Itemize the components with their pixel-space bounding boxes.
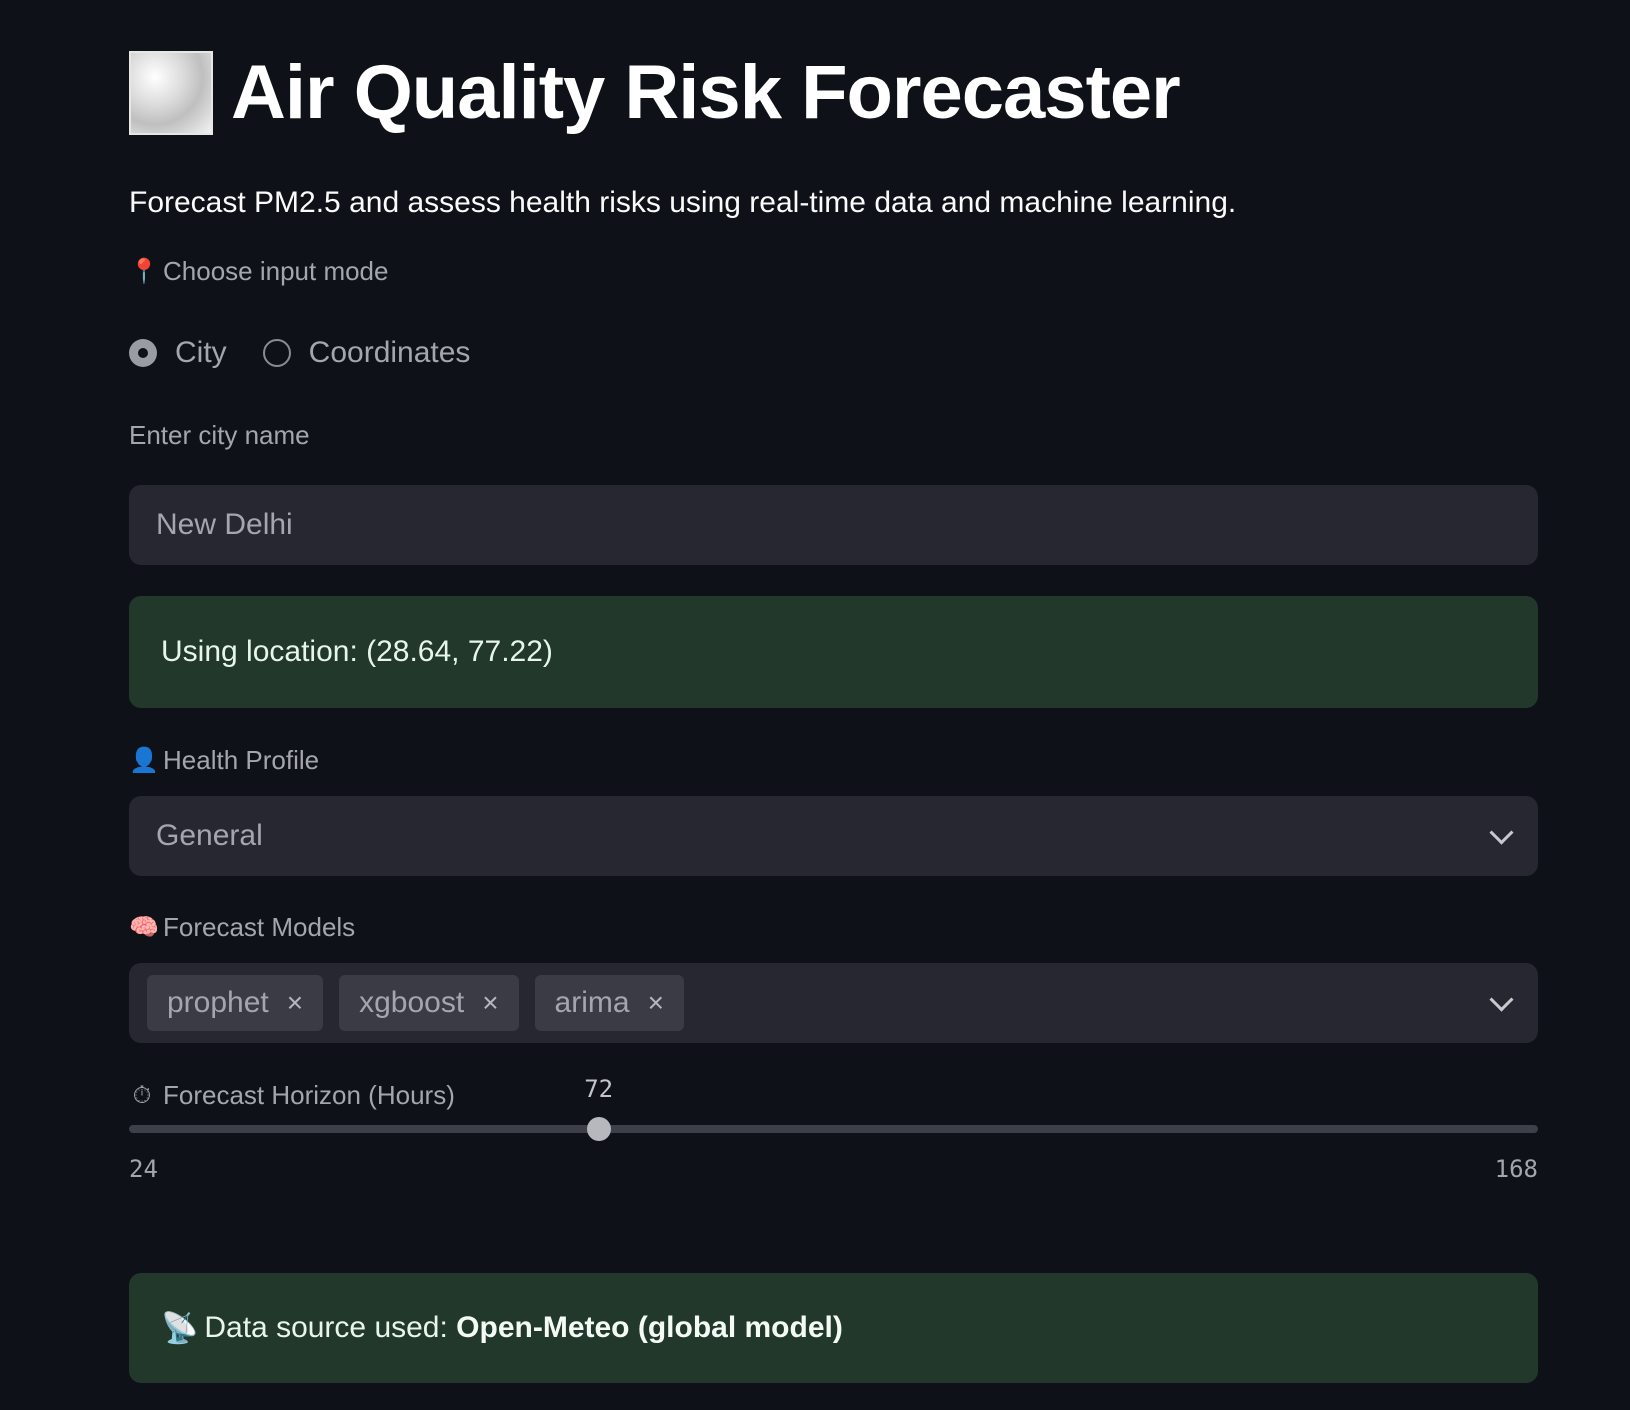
page-title-row: Air Quality Risk Forecaster	[129, 48, 1538, 138]
slider-current-value: 72	[584, 1075, 614, 1103]
radio-selected-icon	[129, 339, 157, 367]
model-tag-label: prophet	[167, 986, 269, 1019]
chevron-down-icon[interactable]	[1489, 987, 1514, 1012]
data-source-prefix: Data source used:	[204, 1311, 457, 1344]
location-alert-text: Using location: (28.64, 77.22)	[161, 635, 553, 668]
radio-city[interactable]: City	[129, 336, 227, 370]
slider-handle[interactable]	[586, 1117, 611, 1141]
model-tag-label: xgboost	[359, 986, 465, 1019]
city-input[interactable]: New Delhi	[129, 485, 1538, 565]
pin-icon: 📍	[129, 258, 159, 285]
forecast-horizon-label-text: Forecast Horizon (Hours)	[163, 1080, 455, 1110]
model-tag-xgboost: xgboost ×	[339, 975, 519, 1031]
page-subtitle: Forecast PM2.5 and assess health risks u…	[129, 186, 1237, 219]
forecast-models-label-text: Forecast Models	[163, 912, 356, 942]
health-profile-label-text: Health Profile	[163, 745, 320, 775]
health-profile-label: 👤 Health Profile	[129, 745, 319, 776]
forecast-horizon-slider[interactable]: 72 24 168	[129, 1075, 1538, 1195]
remove-tag-icon[interactable]: ×	[482, 987, 498, 1019]
forecast-models-label: 🧠 Forecast Models	[129, 912, 355, 943]
model-tag-label: arima	[554, 986, 630, 1019]
radio-city-label: City	[175, 336, 227, 369]
user-icon: 👤	[129, 747, 159, 774]
forecast-models-multiselect[interactable]: prophet × xgboost × arima ×	[129, 963, 1538, 1043]
radio-coordinates-label: Coordinates	[308, 336, 471, 369]
page-title: Air Quality Risk Forecaster	[231, 50, 1181, 135]
forecast-horizon-label: ⏱ Forecast Horizon (Hours)	[129, 1080, 455, 1111]
radio-coordinates[interactable]: Coordinates	[262, 336, 471, 370]
main-container: Air Quality Risk Forecaster Forecast PM2…	[129, 0, 1538, 1383]
data-source-success-alert: 📡 Data source used: Open-Meteo (global m…	[129, 1273, 1538, 1383]
health-profile-selected-value: General	[156, 819, 263, 852]
radio-unselected-icon	[262, 339, 291, 367]
model-tag-arima: arima ×	[534, 975, 684, 1031]
slider-min-label: 24	[129, 1155, 158, 1183]
remove-tag-icon[interactable]: ×	[648, 987, 664, 1019]
input-mode-radio-group: City Coordinates	[129, 336, 506, 370]
health-profile-select[interactable]: General	[129, 796, 1538, 876]
satellite-icon: 📡	[161, 1311, 199, 1345]
input-mode-label-text: Choose input mode	[163, 256, 389, 286]
input-mode-label: 📍 Choose input mode	[129, 256, 388, 287]
slider-max-label: 168	[1494, 1155, 1538, 1183]
location-success-alert: Using location: (28.64, 77.22)	[129, 596, 1538, 708]
brain-icon: 🧠	[129, 914, 159, 941]
model-tag-prophet: prophet ×	[147, 975, 324, 1031]
city-input-value: New Delhi	[156, 508, 293, 541]
city-input-label: Enter city name	[129, 420, 310, 450]
stopwatch-icon: ⏱	[132, 1081, 152, 1109]
slider-track[interactable]	[129, 1125, 1538, 1133]
fog-icon	[129, 51, 213, 135]
data-source-name: Open-Meteo (global model)	[456, 1311, 843, 1344]
chevron-down-icon	[1489, 820, 1514, 845]
remove-tag-icon[interactable]: ×	[287, 987, 303, 1019]
